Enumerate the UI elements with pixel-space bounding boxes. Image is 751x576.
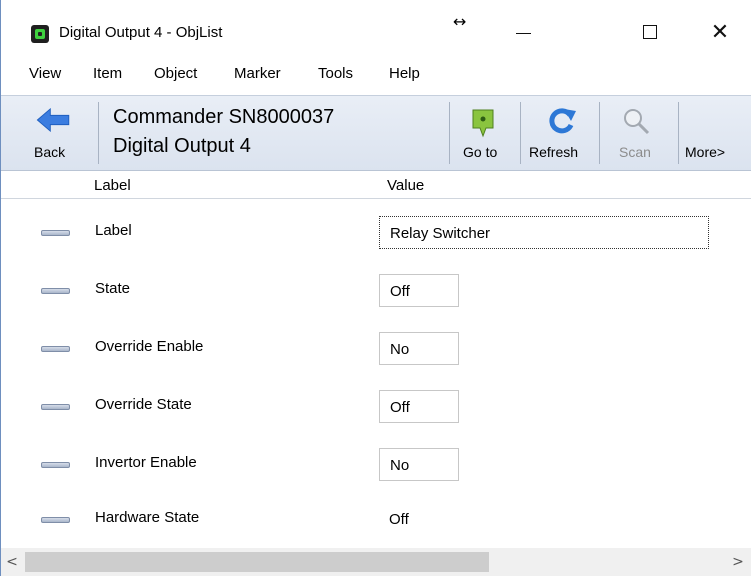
row-value-field[interactable]: No [379, 448, 459, 481]
menu-object[interactable]: Object [154, 65, 197, 82]
row-label: Label [95, 222, 132, 239]
back-button[interactable]: Back [31, 100, 91, 166]
goto-label: Go to [463, 144, 498, 160]
menu-item[interactable]: Item [93, 65, 122, 82]
column-header-label[interactable]: Label [94, 177, 131, 194]
table-row[interactable]: Override Enable No [1, 319, 751, 377]
toolbar-separator [520, 102, 521, 164]
row-marker-icon [41, 462, 70, 468]
toolbar-separator [98, 102, 99, 164]
menu-marker[interactable]: Marker [234, 65, 281, 82]
row-value-text: Off [389, 511, 409, 528]
more-label: More> [685, 144, 726, 160]
toolbar: Back Commander SN8000037 Digital Output … [1, 95, 751, 171]
row-value-field[interactable]: Off [379, 274, 459, 307]
horizontal-scrollbar[interactable]: < > [1, 548, 751, 576]
device-name: Commander SN8000037 [113, 106, 335, 128]
scrollbar-thumb[interactable] [25, 552, 489, 572]
menu-view[interactable]: View [29, 65, 61, 82]
menu-help[interactable]: Help [389, 65, 420, 82]
object-name: Digital Output 4 [113, 135, 251, 157]
table-row[interactable]: Hardware State Off [1, 490, 751, 548]
back-arrow-icon [36, 108, 70, 132]
row-value-field[interactable]: Off [379, 390, 459, 423]
window-title: Digital Output 4 - ObjList [59, 24, 223, 41]
app-window: Digital Output 4 - ObjList ↔ ✕ View Item… [0, 0, 751, 576]
row-value-field[interactable]: Relay Switcher [379, 216, 709, 249]
minimize-button[interactable] [500, 16, 546, 48]
menu-tools[interactable]: Tools [318, 65, 353, 82]
resize-arrows-icon: ↔ [453, 12, 467, 31]
minimize-icon [515, 32, 531, 34]
row-label: State [95, 280, 131, 297]
toolbar-separator [599, 102, 600, 164]
row-label: Invertor Enable [95, 454, 197, 471]
refresh-button[interactable]: Refresh [523, 100, 598, 166]
maximize-button[interactable] [627, 16, 673, 48]
row-marker-icon [41, 404, 70, 410]
scan-label: Scan [619, 144, 651, 160]
maximize-icon [643, 25, 657, 39]
row-value-field[interactable]: No [379, 332, 459, 365]
map-pin-icon [472, 109, 494, 138]
refresh-label: Refresh [529, 144, 579, 160]
table-row[interactable]: Label Relay Switcher [1, 203, 751, 261]
table-row[interactable]: Invertor Enable No [1, 435, 751, 493]
toolbar-separator [449, 102, 450, 164]
scan-button[interactable]: Scan [603, 100, 673, 166]
table-row[interactable]: Override State Off [1, 377, 751, 435]
menu-bar: View Item Object Marker Tools Help [1, 62, 751, 86]
row-label: Override Enable [95, 338, 204, 355]
row-label: Override State [95, 396, 192, 413]
scroll-left-arrow-icon[interactable]: < [3, 548, 21, 576]
refresh-icon [549, 108, 576, 134]
magnifier-icon [624, 109, 650, 135]
more-button[interactable]: More> [681, 100, 751, 166]
title-bar[interactable]: Digital Output 4 - ObjList ↔ ✕ [1, 0, 751, 62]
close-button[interactable]: ✕ [697, 16, 743, 48]
row-label: Hardware State [95, 509, 200, 526]
row-marker-icon [41, 517, 70, 523]
back-label: Back [34, 144, 66, 160]
app-icon [31, 25, 49, 43]
toolbar-separator [678, 102, 679, 164]
row-marker-icon [41, 230, 70, 236]
row-marker-icon [41, 288, 70, 294]
goto-button[interactable]: Go to [453, 100, 517, 166]
row-marker-icon [41, 346, 70, 352]
scroll-right-arrow-icon[interactable]: > [729, 548, 747, 576]
column-header-value[interactable]: Value [387, 177, 424, 194]
table-row[interactable]: State Off [1, 261, 751, 319]
column-header: Label Value [1, 171, 751, 199]
